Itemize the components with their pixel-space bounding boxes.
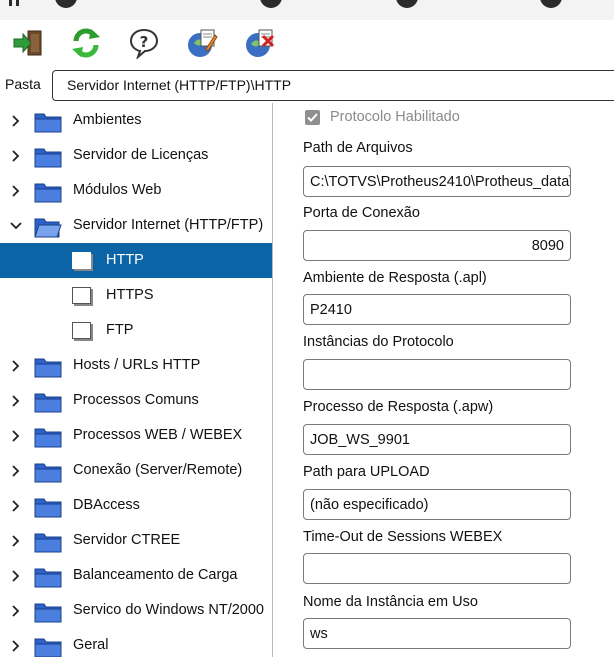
tree-item-label: Hosts / URLs HTTP bbox=[73, 357, 201, 373]
tree-item-servico-windows[interactable]: Servico do Windows NT/2000 bbox=[0, 593, 272, 628]
path-de-arquivos-label: Path de Arquivos bbox=[303, 140, 413, 156]
tree-item-processos-comuns[interactable]: Processos Comuns bbox=[0, 383, 272, 418]
tree-item-http[interactable]: HTTP bbox=[0, 243, 272, 278]
folder-icon bbox=[34, 638, 62, 657]
ambiente-de-resposta-label: Ambiente de Resposta (.apl) bbox=[303, 270, 487, 286]
tree-item-label: HTTP bbox=[106, 252, 144, 268]
nome-da-instancia-label: Nome da Instância em Uso bbox=[303, 594, 478, 610]
porta-de-conexao-input[interactable]: 8090 bbox=[303, 230, 571, 261]
chevron-right-icon[interactable] bbox=[9, 499, 23, 513]
path-para-upload-label: Path para UPLOAD bbox=[303, 464, 430, 480]
chevron-down-icon[interactable] bbox=[9, 219, 23, 233]
chevron-right-icon[interactable] bbox=[9, 534, 23, 548]
ambiente-de-resposta-input[interactable]: P2410 bbox=[303, 294, 571, 325]
nome-da-instancia-input[interactable]: ws bbox=[303, 618, 571, 649]
folder-icon bbox=[34, 603, 62, 623]
tree-item-dbaccess[interactable]: DBAccess bbox=[0, 488, 272, 523]
delete-button[interactable] bbox=[244, 27, 276, 59]
tree-item-servidor-internet[interactable]: Servidor Internet (HTTP/FTP) bbox=[0, 208, 272, 243]
refresh-icon bbox=[72, 28, 100, 58]
folder-icon bbox=[34, 568, 62, 588]
tree-item-label: Servico do Windows NT/2000 bbox=[73, 602, 264, 618]
tree-item-conexao[interactable]: Conexão (Server/Remote) bbox=[0, 453, 272, 488]
open-folder-icon bbox=[34, 218, 62, 238]
pasta-label: Pasta bbox=[5, 76, 41, 92]
tree-item-processos-web-webex[interactable]: Processos WEB / WEBEX bbox=[0, 418, 272, 453]
chevron-right-icon[interactable] bbox=[9, 464, 23, 478]
tree-item-hosts-urls-http[interactable]: Hosts / URLs HTTP bbox=[0, 348, 272, 383]
tree-item-label: Balanceamento de Carga bbox=[73, 567, 238, 583]
porta-de-conexao-label: Porta de Conexão bbox=[303, 205, 420, 221]
help-button[interactable]: ? bbox=[128, 27, 160, 59]
tree-item-label: Servidor CTREE bbox=[73, 532, 181, 548]
tree-item-label: HTTPS bbox=[106, 287, 154, 303]
exit-button[interactable] bbox=[12, 27, 44, 59]
folder-icon bbox=[34, 113, 62, 133]
folder-icon bbox=[34, 498, 62, 518]
tree-item-ftp[interactable]: FTP bbox=[0, 313, 272, 348]
folder-icon bbox=[34, 148, 62, 168]
exit-door-icon bbox=[13, 30, 42, 56]
delete-icon bbox=[246, 29, 275, 57]
chevron-right-icon[interactable] bbox=[9, 359, 23, 373]
svg-text:?: ? bbox=[140, 33, 149, 51]
tree-item-modulos-web[interactable]: Módulos Web bbox=[0, 173, 272, 208]
pasta-path-field[interactable]: Servidor Internet (HTTP/FTP)\HTTP bbox=[52, 70, 614, 101]
edit-button[interactable] bbox=[186, 27, 218, 59]
chevron-right-icon[interactable] bbox=[9, 149, 23, 163]
help-icon: ? bbox=[129, 28, 159, 59]
toolbar: ? bbox=[0, 20, 614, 68]
tree-item-https[interactable]: HTTPS bbox=[0, 278, 272, 313]
tree-item-label: Servidor de Licenças bbox=[73, 147, 209, 163]
tree-item-geral[interactable]: Geral bbox=[0, 628, 272, 657]
tree-item-ambientes[interactable]: Ambientes bbox=[0, 103, 272, 138]
pasta-row: Pasta Servidor Internet (HTTP/FTP)\HTTP bbox=[0, 68, 614, 104]
protocolo-habilitado-label: Protocolo Habilitado bbox=[330, 109, 460, 125]
tree-item-label: DBAccess bbox=[73, 497, 140, 513]
tree-item-servidor-de-licencas[interactable]: Servidor de Licenças bbox=[0, 138, 272, 173]
page-icon bbox=[72, 252, 91, 269]
tree-item-label: Conexão (Server/Remote) bbox=[73, 462, 243, 478]
chevron-right-icon[interactable] bbox=[9, 394, 23, 408]
tree-item-label: Processos Comuns bbox=[73, 392, 199, 408]
processo-de-resposta-input[interactable]: JOB_WS_9901 bbox=[303, 424, 571, 455]
protocolo-habilitado-checkbox[interactable] bbox=[305, 110, 320, 125]
instancias-do-protocolo-input[interactable] bbox=[303, 359, 571, 390]
top-strip bbox=[0, 0, 614, 20]
folder-icon bbox=[34, 428, 62, 448]
folder-icon bbox=[34, 183, 62, 203]
instancias-do-protocolo-label: Instâncias do Protocolo bbox=[303, 334, 454, 350]
check-icon bbox=[307, 113, 318, 122]
folder-icon bbox=[34, 393, 62, 413]
tree-item-balanceamento[interactable]: Balanceamento de Carga bbox=[0, 558, 272, 593]
tree-item-label: Módulos Web bbox=[73, 182, 162, 198]
http-settings-form: Protocolo Habilitado Path de Arquivos C:… bbox=[275, 103, 614, 657]
time-out-sessions-input[interactable] bbox=[303, 553, 571, 584]
chevron-right-icon[interactable] bbox=[9, 114, 23, 128]
config-tree: Ambientes Servidor de Licenças Módulos W… bbox=[0, 103, 273, 657]
tree-item-label: Ambientes bbox=[73, 112, 142, 128]
processo-de-resposta-label: Processo de Resposta (.apw) bbox=[303, 399, 494, 415]
chevron-right-icon[interactable] bbox=[9, 569, 23, 583]
tree-item-servidor-ctree[interactable]: Servidor CTREE bbox=[0, 523, 272, 558]
path-de-arquivos-input[interactable]: C:\TOTVS\Protheus2410\Protheus_data\web bbox=[303, 166, 571, 197]
page-icon bbox=[72, 322, 91, 339]
chevron-right-icon[interactable] bbox=[9, 639, 23, 653]
folder-icon bbox=[34, 463, 62, 483]
time-out-sessions-label: Time-Out de Sessions WEBEX bbox=[303, 529, 503, 545]
chevron-right-icon[interactable] bbox=[9, 184, 23, 198]
page-icon bbox=[72, 287, 91, 304]
tree-item-label: FTP bbox=[106, 322, 134, 338]
chevron-right-icon[interactable] bbox=[9, 604, 23, 618]
edit-icon bbox=[188, 29, 218, 57]
tree-item-label: Processos WEB / WEBEX bbox=[73, 427, 243, 443]
refresh-button[interactable] bbox=[70, 27, 102, 59]
folder-icon bbox=[34, 358, 62, 378]
tree-item-label: Servidor Internet (HTTP/FTP) bbox=[73, 217, 264, 233]
tree-item-label: Geral bbox=[73, 637, 109, 653]
chevron-right-icon[interactable] bbox=[9, 429, 23, 443]
path-para-upload-input[interactable]: (não especificado) bbox=[303, 489, 571, 520]
folder-icon bbox=[34, 533, 62, 553]
